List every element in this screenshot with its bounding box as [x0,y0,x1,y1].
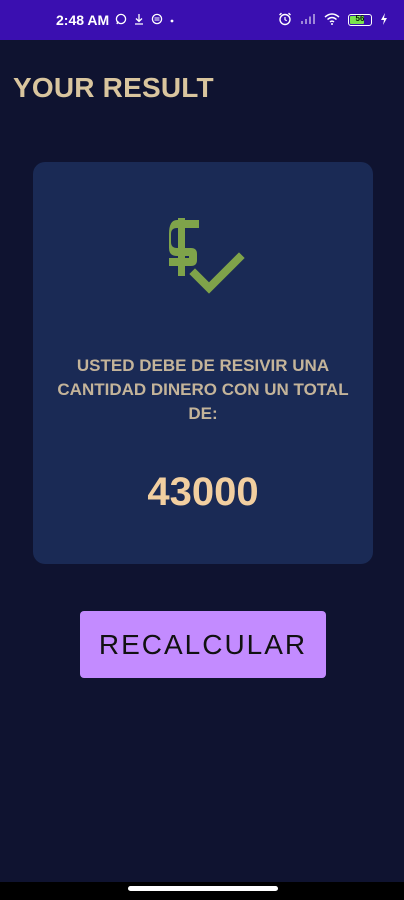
home-indicator[interactable] [128,886,278,891]
more-notifications-dot-icon [169,14,175,26]
alarm-icon [278,12,292,28]
status-left: 2:48 AM [56,12,175,28]
battery-level: 56 [355,14,365,23]
battery-icon: 56 [348,14,372,26]
result-card: USTED DEBE DE RESIVIR UNA CANTIDAD DINER… [33,162,373,564]
status-bar: 2:48 AM 56 [0,0,404,40]
status-right: 56 [278,12,388,28]
navigation-bar [0,882,404,900]
result-message: USTED DEBE DE RESIVIR UNA CANTIDAD DINER… [57,356,349,423]
page-title: YOUR RESULT [13,72,214,103]
whatsapp-icon [115,13,127,27]
result-amount: 43000 [147,470,259,514]
app-notification-icon [151,13,163,27]
signal-icon [300,13,316,27]
charging-icon [380,13,388,27]
wifi-icon [324,13,340,27]
recalculate-button[interactable]: RECALCULAR [80,611,326,678]
money-check-icon [169,218,245,294]
download-icon [133,13,145,27]
status-time: 2:48 AM [56,12,110,28]
